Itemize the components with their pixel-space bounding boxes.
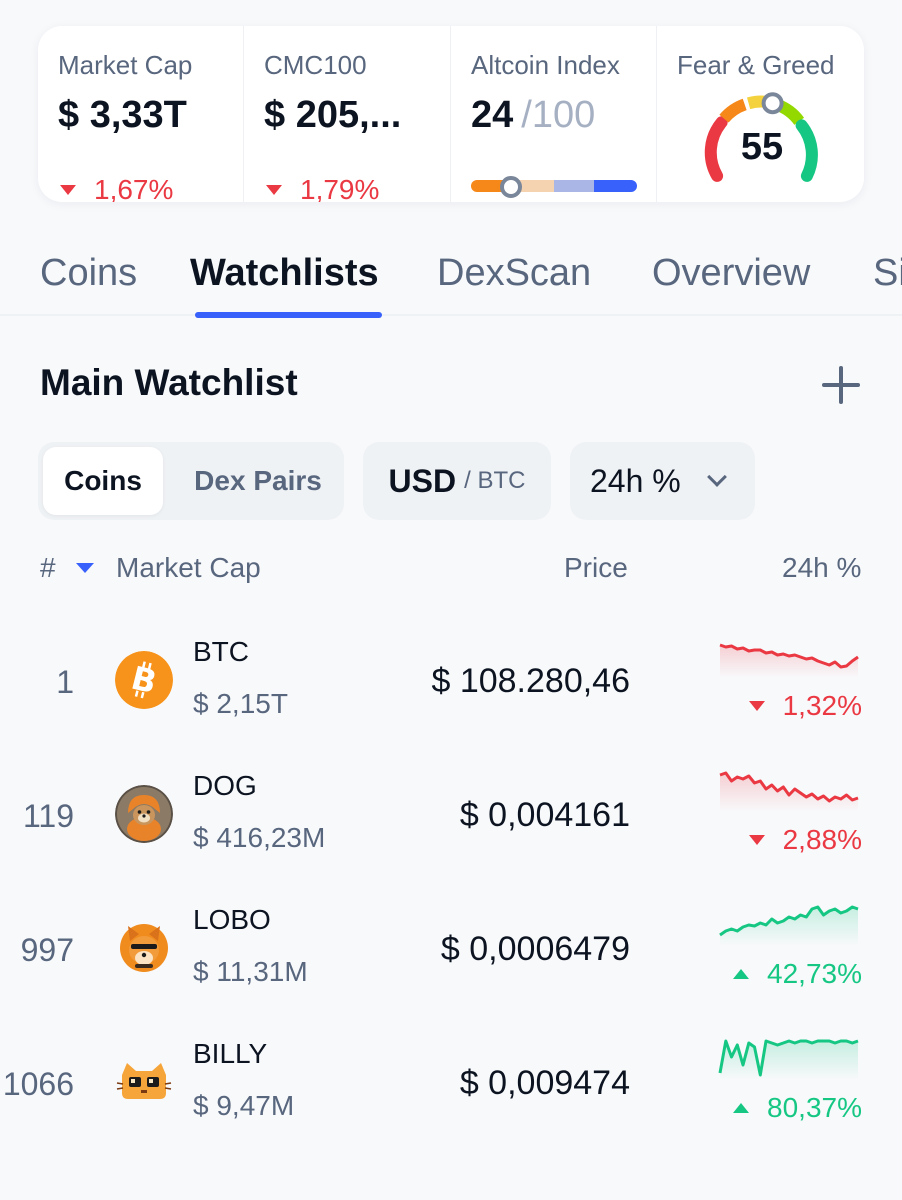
stat-value: $ 3,33T [58, 94, 187, 136]
sparkline-chart [719, 905, 859, 946]
stat-value: $ 205,... [264, 94, 402, 136]
tab-coins[interactable]: Coins [40, 252, 137, 295]
cat-icon [116, 1063, 172, 1099]
period-dropdown[interactable]: 24h % [570, 442, 755, 520]
coin-change: 2,88% [748, 824, 862, 856]
period-label: 24h % [590, 462, 681, 499]
down-triangle-icon [266, 185, 282, 195]
table-row[interactable]: 1 B BTC $ 2,15T $ 108.280,46 1,32% [0, 622, 902, 756]
row-rank: 119 [22, 798, 74, 834]
altcoin-index-bar [471, 180, 637, 192]
stat-label: Altcoin Index [471, 50, 620, 80]
table-row[interactable]: 1066 BILLY $ 9,47M $ 0,009474 80,37% [0, 1024, 902, 1158]
sparkline-chart [718, 1039, 859, 1080]
header-rank[interactable]: # [40, 552, 56, 584]
main-tabs: Coins Watchlists DexScan Overview Si [0, 236, 902, 316]
coin-change: 42,73% [733, 958, 862, 990]
coin-price: $ 0,0006479 [440, 930, 630, 968]
header-24h-change[interactable]: 24h % [782, 552, 861, 584]
stat-change: 1,67% [60, 174, 173, 202]
altcoin-index-max: /100 [521, 94, 596, 136]
header-price[interactable]: Price [564, 552, 628, 584]
currency-btc: / BTC [464, 467, 526, 494]
coin-symbol: BTC [193, 636, 249, 667]
tab-more[interactable]: Si [873, 252, 902, 295]
tab-overview[interactable]: Overview [652, 252, 810, 295]
chevron-down-icon [707, 467, 727, 487]
stat-cmc100[interactable]: CMC100 $ 205,... 1,79% [244, 26, 451, 202]
up-triangle-icon [733, 1103, 750, 1113]
coin-symbol: BILLY [193, 1038, 268, 1069]
table-row[interactable]: 119 DOG $ 416,23M $ 0,004161 2,88% [0, 756, 902, 890]
active-tab-indicator [195, 312, 382, 318]
add-watchlist-icon[interactable] [822, 366, 860, 404]
stat-label: Market Cap [58, 50, 193, 80]
currency-usd: USD [388, 462, 457, 499]
fear-greed-value: 55 [740, 126, 784, 168]
wolf-icon [120, 924, 168, 972]
stat-change-value: 1,79% [300, 174, 380, 202]
coin-change-value: 42,73% [767, 958, 862, 989]
coin-market-cap: $ 416,23M [193, 822, 326, 853]
sort-desc-icon[interactable] [76, 563, 94, 573]
altcoin-index-indicator [499, 176, 522, 198]
bitcoin-icon: B [115, 651, 173, 709]
row-rank: 1066 [2, 1066, 74, 1102]
watchlist-title[interactable]: Main Watchlist [40, 362, 298, 404]
dog-icon [115, 785, 173, 843]
coins-dexpairs-toggle: Coins Dex Pairs [38, 442, 344, 520]
coin-market-cap: $ 11,31M [193, 956, 308, 987]
currency-toggle[interactable]: USD / BTC [363, 442, 551, 520]
stat-market-cap[interactable]: Market Cap $ 3,33T 1,67% [38, 26, 244, 202]
fear-greed-indicator [761, 92, 784, 115]
row-rank: 997 [20, 932, 74, 968]
table-row[interactable]: 997 LOBO $ 11,31M $ 0,0006479 42,73% [0, 890, 902, 1024]
header-market-cap[interactable]: Market Cap [116, 552, 261, 584]
coin-price: $ 108.280,46 [431, 662, 630, 700]
segment-coins[interactable]: Coins [43, 447, 163, 515]
coin-symbol: DOG [193, 770, 257, 801]
row-rank: 1 [56, 664, 74, 700]
altcoin-index-value: 24 [471, 94, 514, 136]
stat-change-value: 1,67% [94, 174, 174, 202]
tab-watchlists[interactable]: Watchlists [190, 252, 379, 295]
sparkline-area [720, 907, 858, 946]
coin-change: 80,37% [733, 1092, 862, 1124]
coin-market-cap: $ 9,47M [193, 1090, 295, 1121]
coin-change-value: 80,37% [767, 1092, 862, 1123]
coin-market-cap: $ 2,15T [193, 688, 288, 719]
coin-change-value: 1,32% [782, 690, 862, 721]
tab-dexscan[interactable]: DexScan [437, 252, 591, 295]
coin-price: $ 0,009474 [459, 1064, 630, 1102]
sparkline-chart [719, 643, 859, 678]
stat-change: 1,79% [266, 174, 379, 202]
coin-price: $ 0,004161 [459, 796, 630, 834]
segment-dex-pairs[interactable]: Dex Pairs [178, 447, 338, 515]
stat-fear-greed[interactable]: Fear & Greed 55 [657, 26, 864, 202]
stat-label: CMC100 [264, 50, 367, 80]
down-triangle-icon [748, 835, 765, 845]
coin-symbol: LOBO [193, 904, 271, 935]
sparkline-chart [719, 771, 859, 812]
stat-altcoin-index[interactable]: Altcoin Index 24/100 [451, 26, 657, 202]
stat-value: 24/100 [471, 94, 595, 137]
market-stats-card: Market Cap $ 3,33T 1,67% CMC100 $ 205,..… [38, 26, 864, 202]
fear-greed-gauge [704, 92, 818, 182]
down-triangle-icon [748, 701, 765, 711]
sparkline-area [720, 645, 858, 678]
coin-change-value: 2,88% [782, 824, 862, 855]
down-triangle-icon [60, 185, 76, 195]
up-triangle-icon [733, 969, 750, 979]
coin-change: 1,32% [748, 690, 862, 722]
